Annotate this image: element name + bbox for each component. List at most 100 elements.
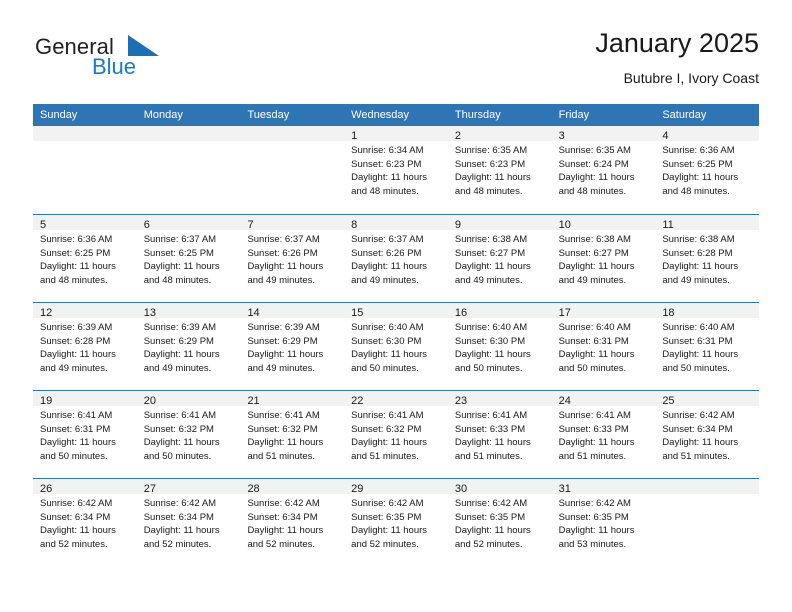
calendar-day-cell[interactable]: 13 Sunrise: 6:39 AM Sunset: 6:29 PM Dayligh… xyxy=(136,303,241,390)
daylight-text-line2: and 49 minutes. xyxy=(247,274,316,286)
day-details xyxy=(33,141,137,144)
day-details: Sunrise: 6:41 AM Sunset: 6:33 PM Daylight:… xyxy=(448,406,552,463)
sunrise-text: Sunrise: 6:37 AM xyxy=(143,234,217,245)
daylight-text-line1: Daylight: 11 hours xyxy=(558,525,635,537)
day-number: 6 xyxy=(143,219,150,231)
day-number: 25 xyxy=(662,395,675,407)
day-number: 27 xyxy=(143,483,156,495)
daylight-text-line1: Daylight: 11 hours xyxy=(454,525,531,537)
calendar-day-cell[interactable]: 17 Sunrise: 6:40 AM Sunset: 6:31 PM Dayligh… xyxy=(551,303,656,390)
daylight-text-line1: Daylight: 11 hours xyxy=(40,525,116,537)
weekday-header-row: Sunday Monday Tuesday Wednesday Thursday Frid… xyxy=(33,104,759,126)
day-number-band: 16 xyxy=(447,303,552,319)
sunrise-text: Sunrise: 6:39 AM xyxy=(143,322,217,333)
sunset-text: Sunset: 6:29 PM xyxy=(143,335,214,347)
daylight-text-line2: and 52 minutes. xyxy=(40,538,108,550)
day-number-band: 1 xyxy=(344,126,448,142)
daylight-text-line2: and 49 minutes. xyxy=(247,362,316,374)
calendar-day-cell[interactable]: 3 Sunrise: 6:35 AM Sunset: 6:24 PM Daylight… xyxy=(551,126,656,214)
calendar-day-cell[interactable]: 27 Sunrise: 6:42 AM Sunset: 6:34 PM Dayligh… xyxy=(136,479,241,566)
sunrise-text: Sunrise: 6:37 AM xyxy=(247,234,320,245)
calendar-day-cell[interactable]: 18 Sunrise: 6:40 AM Sunset: 6:31 PM Dayligh… xyxy=(655,303,760,390)
calendar-day-cell[interactable]: 5 Sunrise: 6:36 AM Sunset: 6:25 PM Daylight… xyxy=(33,215,137,302)
calendar-week-row: 19 Sunrise: 6:41 AM Sunset: 6:31 PM Dayligh… xyxy=(33,390,760,478)
daylight-text-line1: Daylight: 11 hours xyxy=(662,172,739,184)
sunset-text: Sunset: 6:30 PM xyxy=(351,335,422,347)
day-details: Sunrise: 6:42 AM Sunset: 6:34 PM Daylight:… xyxy=(33,494,137,551)
sunset-text: Sunset: 6:34 PM xyxy=(247,511,318,523)
calendar-day-cell[interactable]: 16 Sunrise: 6:40 AM Sunset: 6:30 PM Dayligh… xyxy=(447,303,552,390)
calendar-day-cell[interactable]: 19 Sunrise: 6:41 AM Sunset: 6:31 PM Dayligh… xyxy=(33,391,137,478)
calendar-day-cell[interactable]: 23 Sunrise: 6:41 AM Sunset: 6:33 PM Dayligh… xyxy=(447,391,552,478)
sunrise-text: Sunrise: 6:42 AM xyxy=(558,498,631,509)
sunrise-text: Sunrise: 6:41 AM xyxy=(558,410,631,421)
day-number: 8 xyxy=(351,219,358,231)
daylight-text-line1: Daylight: 11 hours xyxy=(351,349,428,361)
sunrise-text: Sunrise: 6:35 AM xyxy=(558,145,631,156)
calendar-day-cell[interactable]: 22 Sunrise: 6:41 AM Sunset: 6:32 PM Dayligh… xyxy=(344,391,448,478)
page-title: January 2025 xyxy=(595,28,759,58)
calendar-day-cell[interactable]: 14 Sunrise: 6:39 AM Sunset: 6:29 PM Dayligh… xyxy=(240,303,345,390)
day-number-band: 31 xyxy=(551,479,656,495)
sunrise-text: Sunrise: 6:39 AM xyxy=(247,322,320,333)
day-number: 3 xyxy=(558,130,565,142)
calendar-day-cell[interactable]: 10 Sunrise: 6:38 AM Sunset: 6:27 PM Dayligh… xyxy=(551,215,656,302)
calendar-day-cell[interactable]: 8 Sunrise: 6:37 AM Sunset: 6:26 PM Daylight… xyxy=(344,215,448,302)
day-details: Sunrise: 6:40 AM Sunset: 6:30 PM Daylight:… xyxy=(448,318,552,375)
day-details: Sunrise: 6:34 AM Sunset: 6:23 PM Daylight:… xyxy=(344,141,448,198)
day-details: Sunrise: 6:36 AM Sunset: 6:25 PM Daylight:… xyxy=(33,230,137,287)
daylight-text-line1: Daylight: 11 hours xyxy=(662,261,739,273)
daylight-text-line2: and 49 minutes. xyxy=(351,274,419,286)
day-number-band: 23 xyxy=(447,391,552,407)
day-details: Sunrise: 6:38 AM Sunset: 6:27 PM Daylight:… xyxy=(448,230,552,287)
day-number-band: 30 xyxy=(447,479,552,495)
daylight-text-line1: Daylight: 11 hours xyxy=(247,525,324,537)
sunrise-text: Sunrise: 6:39 AM xyxy=(40,322,113,333)
daylight-text-line1: Daylight: 11 hours xyxy=(558,261,635,273)
daylight-text-line1: Daylight: 11 hours xyxy=(558,349,635,361)
day-details: Sunrise: 6:39 AM Sunset: 6:29 PM Daylight:… xyxy=(240,318,344,375)
daylight-text-line1: Daylight: 11 hours xyxy=(662,349,739,361)
sunset-text: Sunset: 6:25 PM xyxy=(662,158,733,170)
brand-logo[interactable]: General Blue xyxy=(33,26,253,88)
calendar-day-cell[interactable]: 31 Sunrise: 6:42 AM Sunset: 6:35 PM Dayligh… xyxy=(551,479,656,566)
daylight-text-line2: and 51 minutes. xyxy=(558,450,627,462)
day-number-band: 3 xyxy=(551,126,656,142)
sunrise-text: Sunrise: 6:42 AM xyxy=(454,498,528,509)
daylight-text-line1: Daylight: 11 hours xyxy=(40,437,116,449)
day-number: 24 xyxy=(558,395,571,407)
calendar-day-cell[interactable]: 28 Sunrise: 6:42 AM Sunset: 6:34 PM Dayligh… xyxy=(240,479,345,566)
calendar-day-cell[interactable]: 15 Sunrise: 6:40 AM Sunset: 6:30 PM Dayligh… xyxy=(344,303,448,390)
calendar-day-cell[interactable]: 25 Sunrise: 6:42 AM Sunset: 6:34 PM Dayligh… xyxy=(655,391,760,478)
sunset-text: Sunset: 6:26 PM xyxy=(351,247,422,259)
daylight-text-line2: and 52 minutes. xyxy=(143,538,212,550)
sunset-text: Sunset: 6:27 PM xyxy=(454,247,526,259)
day-details: Sunrise: 6:42 AM Sunset: 6:35 PM Daylight:… xyxy=(552,494,656,551)
calendar-day-cell-empty xyxy=(655,479,760,566)
calendar-day-cell[interactable]: 21 Sunrise: 6:41 AM Sunset: 6:32 PM Dayligh… xyxy=(240,391,345,478)
calendar-day-cell[interactable]: 29 Sunrise: 6:42 AM Sunset: 6:35 PM Dayligh… xyxy=(344,479,448,566)
calendar-day-cell[interactable]: 12 Sunrise: 6:39 AM Sunset: 6:28 PM Dayligh… xyxy=(33,303,137,390)
calendar-day-cell[interactable]: 11 Sunrise: 6:38 AM Sunset: 6:28 PM Dayligh… xyxy=(655,215,760,302)
daylight-text-line2: and 51 minutes. xyxy=(662,450,730,462)
calendar-day-cell[interactable]: 9 Sunrise: 6:38 AM Sunset: 6:27 PM Daylight… xyxy=(447,215,552,302)
calendar-day-cell[interactable]: 20 Sunrise: 6:41 AM Sunset: 6:32 PM Dayligh… xyxy=(136,391,241,478)
calendar-day-cell[interactable]: 30 Sunrise: 6:42 AM Sunset: 6:35 PM Dayligh… xyxy=(447,479,552,566)
calendar-day-cell[interactable]: 1 Sunrise: 6:34 AM Sunset: 6:23 PM Daylight… xyxy=(344,126,448,214)
calendar-day-cell[interactable]: 2 Sunrise: 6:35 AM Sunset: 6:23 PM Daylight… xyxy=(447,126,552,214)
calendar-day-cell[interactable]: 6 Sunrise: 6:37 AM Sunset: 6:25 PM Daylight… xyxy=(136,215,241,302)
daylight-text-line2: and 50 minutes. xyxy=(351,362,419,374)
day-number: 5 xyxy=(40,219,47,231)
day-details: Sunrise: 6:41 AM Sunset: 6:32 PM Daylight:… xyxy=(137,406,241,463)
calendar-page: General Blue January 2025 Butubre I, Ivo… xyxy=(0,0,792,612)
calendar-day-cell[interactable]: 24 Sunrise: 6:41 AM Sunset: 6:33 PM Dayligh… xyxy=(551,391,656,478)
weekday-header-thursday: Thursday xyxy=(454,109,501,121)
day-details: Sunrise: 6:41 AM Sunset: 6:31 PM Daylight:… xyxy=(33,406,137,463)
day-details: Sunrise: 6:42 AM Sunset: 6:34 PM Daylight:… xyxy=(240,494,344,551)
calendar-day-cell[interactable]: 7 Sunrise: 6:37 AM Sunset: 6:26 PM Daylight… xyxy=(240,215,345,302)
daylight-text-line1: Daylight: 11 hours xyxy=(143,261,220,273)
calendar-day-cell[interactable]: 4 Sunrise: 6:36 AM Sunset: 6:25 PM Daylight… xyxy=(655,126,760,214)
day-details xyxy=(655,494,759,497)
day-details: Sunrise: 6:41 AM Sunset: 6:32 PM Daylight:… xyxy=(344,406,448,463)
calendar-day-cell[interactable]: 26 Sunrise: 6:42 AM Sunset: 6:34 PM Dayligh… xyxy=(33,479,137,566)
